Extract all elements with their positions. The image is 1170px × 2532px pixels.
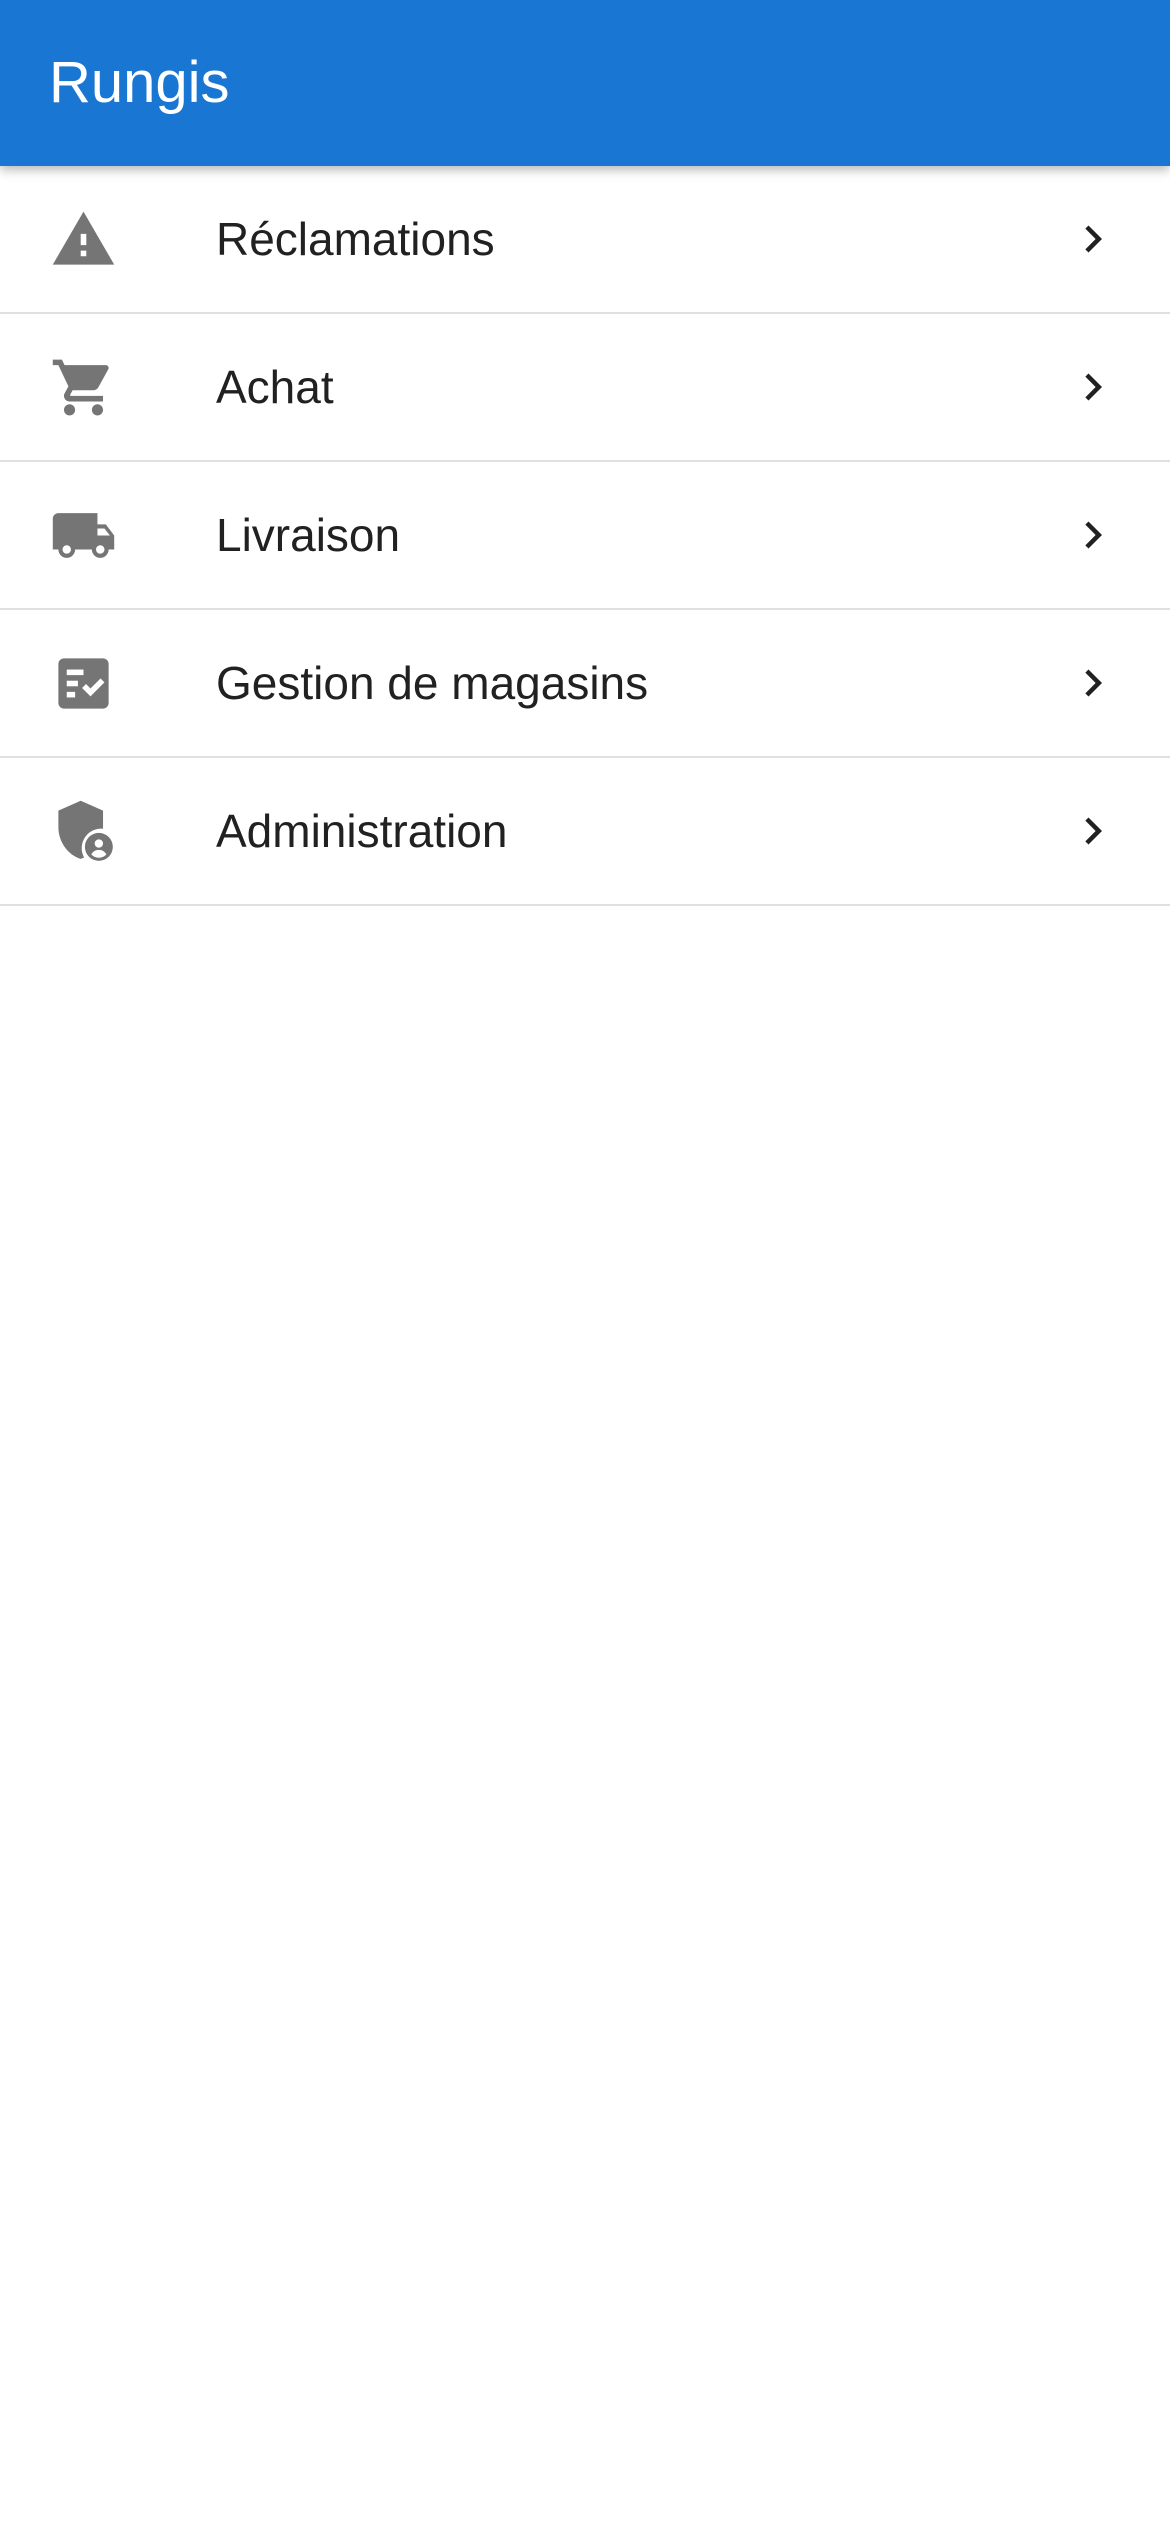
- menu-item-label: Gestion de magasins: [216, 657, 649, 709]
- menu-item-label: Administration: [216, 805, 508, 857]
- checklist-icon: [50, 650, 117, 717]
- chevron-right-icon: [1066, 360, 1120, 414]
- menu-item-reclamations[interactable]: Réclamations: [0, 166, 1170, 314]
- menu-item-label: Livraison: [216, 509, 401, 561]
- chevron-right-icon: [1066, 804, 1120, 858]
- menu-item-livraison[interactable]: Livraison: [0, 462, 1170, 610]
- truck-icon: [50, 502, 117, 569]
- warning-icon: [50, 206, 117, 273]
- chevron-right-icon: [1066, 656, 1120, 710]
- app-bar: Rungis: [0, 0, 1170, 166]
- shopping-cart-icon: [50, 354, 117, 421]
- menu-item-label: Réclamations: [216, 213, 495, 265]
- app-title: Rungis: [49, 50, 230, 115]
- menu-item-administration[interactable]: Administration: [0, 758, 1170, 906]
- chevron-right-icon: [1066, 508, 1120, 562]
- admin-shield-icon: [50, 798, 117, 865]
- menu-item-achat[interactable]: Achat: [0, 314, 1170, 462]
- menu-item-label: Achat: [216, 361, 334, 413]
- menu-item-gestion-de-magasins[interactable]: Gestion de magasins: [0, 610, 1170, 758]
- chevron-right-icon: [1066, 212, 1120, 266]
- main-menu: Réclamations Achat Livraison Gestion de …: [0, 166, 1170, 906]
